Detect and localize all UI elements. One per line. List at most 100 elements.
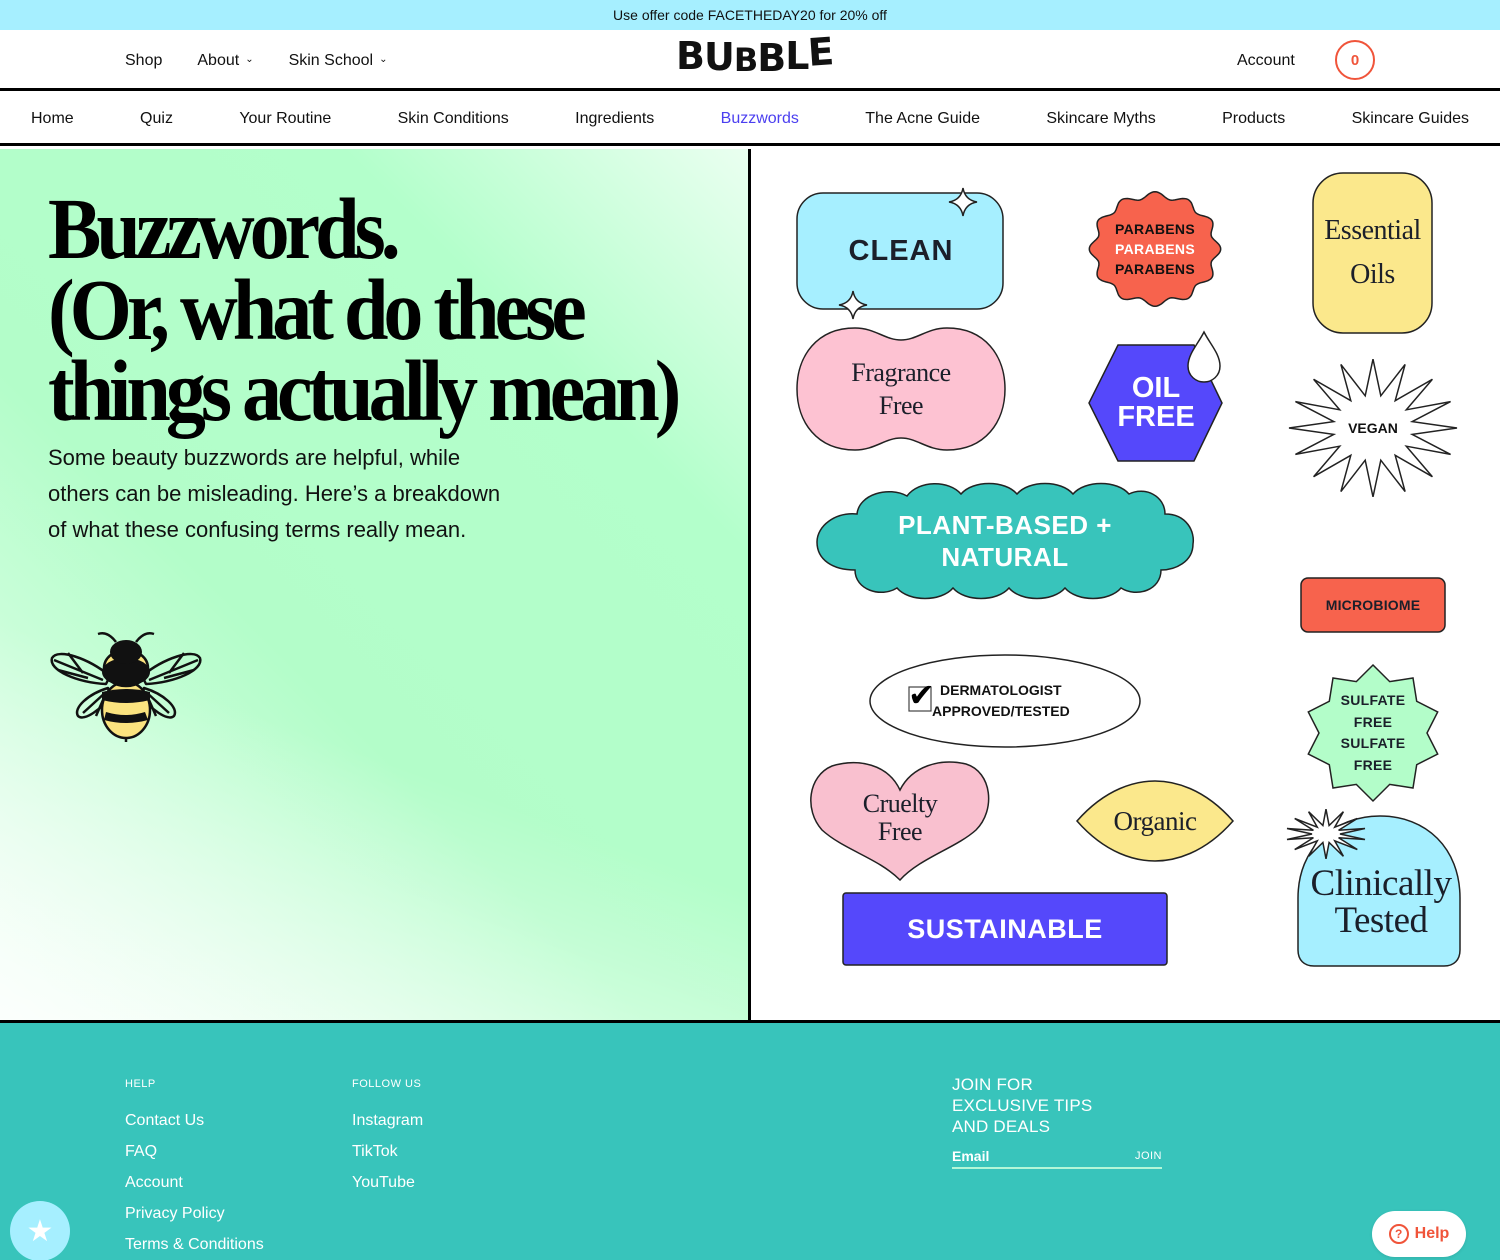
footer-link-tiktok[interactable]: TikTok [352, 1143, 423, 1161]
join-button[interactable]: JOIN [1135, 1150, 1162, 1162]
footer-link-faq[interactable]: FAQ [125, 1143, 264, 1161]
subnav-item-home[interactable]: Home [31, 110, 74, 128]
chevron-down-icon: ⌄ [245, 54, 254, 65]
badge-sulfate-line: SULFATE [1340, 692, 1406, 708]
badge-sustainable-label: SUSTAINABLE [907, 913, 1103, 944]
badge-dermatologist-line: DERMATOLOGIST [940, 682, 1062, 698]
page-title: Buzzwords. (Or, what do these things act… [48, 182, 681, 440]
subnav-item-the-acne-guide[interactable]: The Acne Guide [865, 110, 980, 128]
nav-shop[interactable]: Shop [125, 52, 162, 70]
badge-cruelty-free: Cruelty Free [808, 760, 992, 882]
intro-text: Some beauty buzzwords are helpful, while… [48, 445, 501, 542]
rewards-button[interactable]: ★ [10, 1201, 70, 1260]
cart-button[interactable]: 0 [1335, 40, 1375, 80]
nav-skin-school-label: Skin School [288, 51, 374, 69]
footer-help-column: HELP Contact Us FAQ Account Privacy Poli… [125, 1023, 264, 1260]
badge-fragrance-free-line: Fragrance [851, 358, 951, 387]
logo-letter: L [785, 34, 809, 78]
subnav-item-skincare-myths[interactable]: Skincare Myths [1046, 110, 1155, 128]
badge-clean-label: CLEAN [848, 234, 954, 267]
newsletter-form: JOIN [952, 1145, 1162, 1169]
badge-clinically-tested-line: Clinically [1310, 863, 1452, 904]
badge-dermatologist-line: APPROVED/TESTED [932, 703, 1070, 719]
logo-letter: B [757, 36, 786, 80]
badge-cruelty-free-line: Free [877, 817, 923, 846]
badge-parabens-line: PARABENS [1115, 261, 1195, 277]
account-link[interactable]: Account [1237, 30, 1295, 91]
logo[interactable]: B U B B L E [676, 29, 835, 80]
logo-letter: B [676, 34, 705, 78]
secondary-nav: Home Quiz Your Routine Skin Conditions Ingre… [0, 94, 1500, 146]
badge-clinically-tested: Clinically Tested [1284, 808, 1464, 970]
star-icon: ★ [26, 1214, 54, 1248]
badge-vegan: VEGAN [1288, 358, 1458, 498]
help-label: Help [1414, 1225, 1450, 1242]
newsletter-title-line: JOIN FOR [952, 1075, 1033, 1094]
badge-dermatologist: ✔ DERMATOLOGIST APPROVED/TESTED [868, 652, 1142, 750]
footer-help-heading: HELP [125, 1078, 156, 1090]
footer-link-youtube[interactable]: YouTube [352, 1174, 423, 1192]
badge-cruelty-free-line: Cruelty [862, 789, 938, 818]
newsletter-title-line: AND DEALS [952, 1117, 1051, 1136]
bee-icon [48, 628, 204, 744]
badge-oil-free-line: OIL [1131, 372, 1181, 404]
checkmark-icon: ✔ [908, 677, 935, 713]
subnav-item-your-routine[interactable]: Your Routine [239, 110, 331, 128]
site-header: Shop About ⌄ Skin School ⌄ B U B B L E Acc… [0, 29, 1500, 91]
badge-oil-free: OIL FREE [1088, 330, 1224, 462]
subnav-item-buzzwords[interactable]: Buzzwords [721, 110, 799, 128]
badge-parabens: PARABENS PARABENS PARABENS [1088, 190, 1222, 308]
subnav-item-ingredients[interactable]: Ingredients [575, 110, 654, 128]
title-line: Buzzwords. [48, 182, 401, 278]
badge-sulfate-free: SULFATE FREE SULFATE FREE [1303, 663, 1443, 803]
footer-follow-heading: FOLLOW US [352, 1078, 422, 1090]
badge-organic-label: Organic [1113, 805, 1197, 836]
title-line: things actually mean) [48, 344, 681, 440]
logo-letter: U [703, 35, 735, 79]
badge-sustainable: SUSTAINABLE [842, 892, 1168, 966]
help-button[interactable]: ? Help [1372, 1211, 1466, 1257]
subnav-item-skincare-guides[interactable]: Skincare Guides [1352, 110, 1469, 128]
badge-essential-oils: Essential Oils [1312, 172, 1433, 334]
badge-vegan-label: VEGAN [1348, 420, 1398, 436]
promo-banner: Use offer code FACETHEDAY20 for 20% off [0, 0, 1500, 30]
badge-sulfate-line: SULFATE [1340, 735, 1406, 751]
badge-sulfate-line: FREE [1353, 756, 1393, 773]
nav-about[interactable]: About ⌄ [197, 52, 253, 70]
newsletter-title: JOIN FOR EXCLUSIVE TIPS AND DEALS [952, 1074, 1092, 1137]
footer: HELP Contact Us FAQ Account Privacy Poli… [0, 1020, 1500, 1260]
badge-microbiome-label: MICROBIOME [1325, 597, 1421, 613]
subnav-item-quiz[interactable]: Quiz [140, 110, 173, 128]
newsletter-title-line: EXCLUSIVE TIPS [952, 1096, 1093, 1115]
subnav-item-skin-conditions[interactable]: Skin Conditions [398, 110, 509, 128]
footer-link-contact[interactable]: Contact Us [125, 1112, 264, 1130]
email-input[interactable] [952, 1148, 1112, 1164]
badge-parabens-line: PARABENS [1115, 241, 1195, 257]
nav-shop-label: Shop [125, 51, 163, 69]
subnav-item-products[interactable]: Products [1222, 110, 1285, 128]
nav-about-label: About [197, 51, 240, 69]
nav-skin-school[interactable]: Skin School ⌄ [289, 52, 388, 70]
badge-plant-based: PLANT-BASED + NATURAL [815, 482, 1195, 600]
main-nav: Shop About ⌄ Skin School ⌄ [125, 30, 387, 91]
badge-oil-free-line: FREE [1117, 401, 1195, 433]
footer-link-privacy[interactable]: Privacy Policy [125, 1205, 264, 1223]
footer-link-instagram[interactable]: Instagram [352, 1112, 423, 1130]
badge-essential-oils-line: Oils [1350, 259, 1395, 290]
badge-clean: CLEAN [796, 187, 1006, 320]
account-label: Account [1237, 51, 1295, 69]
logo-letter: E [806, 29, 835, 75]
title-line: (Or, what do these [48, 263, 587, 359]
promo-text: Use offer code FACETHEDAY20 for 20% off [613, 7, 887, 23]
badge-microbiome: MICROBIOME [1300, 577, 1446, 633]
footer-link-account[interactable]: Account [125, 1174, 264, 1192]
badge-sulfate-line: FREE [1353, 713, 1393, 730]
chevron-down-icon: ⌄ [379, 54, 388, 65]
badge-fragrance-free: Fragrance Free [795, 326, 1007, 452]
badge-plant-based-line: PLANT-BASED + [898, 510, 1112, 540]
cart-count: 0 [1350, 51, 1360, 69]
logo-letter: B [733, 41, 758, 79]
badge-clinically-tested-line: Tested [1334, 900, 1428, 941]
footer-link-terms[interactable]: Terms & Conditions [125, 1236, 264, 1254]
help-question-icon: ? [1388, 1224, 1409, 1244]
